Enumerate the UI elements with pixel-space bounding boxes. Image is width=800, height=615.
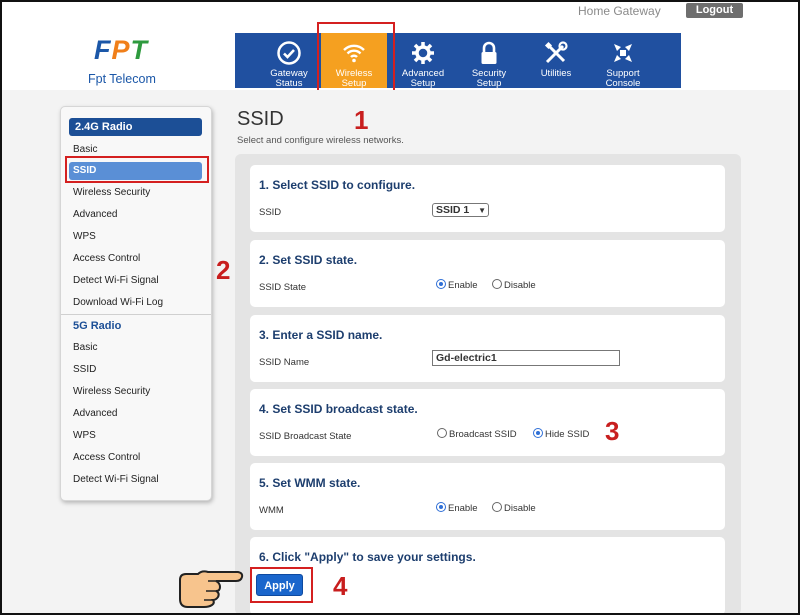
sidebar-item-advanced[interactable]: Advanced	[73, 208, 117, 222]
hide-ssid-option[interactable]: Hide SSID	[533, 428, 589, 441]
step-marker-4: 4	[333, 571, 348, 601]
section-wmm-state: 5. Set WMM state. WMM Enable Disable	[250, 463, 725, 530]
step-marker-2: 2	[216, 255, 231, 285]
broadcast-ssid-option[interactable]: Broadcast SSID	[437, 428, 517, 441]
wmm-enable[interactable]: Enable	[436, 502, 478, 515]
step-marker-3: 3	[605, 416, 620, 446]
logo-text: Fpt Telecom	[88, 72, 156, 86]
tools-icon	[544, 41, 568, 64]
radio-unselected-icon[interactable]	[492, 502, 502, 512]
radio-selected-icon[interactable]	[436, 502, 446, 512]
highlight-box-ssid	[65, 156, 209, 183]
sidebar-item-basic[interactable]: Basic	[73, 143, 97, 157]
section-title: 4. Set SSID broadcast state.	[259, 402, 418, 416]
section-title: 3. Enter a SSID name.	[259, 328, 383, 342]
radio-label: Disable	[504, 280, 536, 291]
radio-selected-icon[interactable]	[436, 279, 446, 289]
gear-icon	[412, 42, 434, 64]
section-apply: 6. Click "Apply" to save your settings.	[250, 537, 725, 615]
check-circle-icon	[277, 41, 301, 65]
ssid-select[interactable]: SSID 1 ▼	[432, 203, 489, 217]
sidebar-group-2-4g[interactable]: 2.4G Radio	[69, 118, 202, 136]
nav-label-line2: Status	[275, 78, 303, 89]
nav-advanced-setup[interactable]: Advanced Setup	[393, 33, 453, 89]
sidebar-item-download-wifi-log[interactable]: Download Wi-Fi Log	[73, 296, 163, 310]
radio-label: Enable	[448, 503, 478, 514]
nav-label-line2: Console	[605, 78, 641, 89]
main-nav: Gateway Status Wireless Setup Advanced Setu…	[235, 33, 681, 89]
section-title: 6. Click "Apply" to save your settings.	[259, 550, 476, 564]
field-label: SSID	[259, 207, 282, 218]
nav-label-line1: Utilities	[540, 68, 572, 79]
logout-button[interactable]: Logout	[686, 3, 743, 18]
nav-support-console[interactable]: Support Console	[592, 33, 654, 89]
section-select-ssid: 1. Select SSID to configure. SSID SSID 1…	[250, 165, 725, 232]
settings-panel: 1. Select SSID to configure. SSID SSID 1…	[235, 154, 741, 615]
header: Home Gateway Logout FPT Fpt Telecom Gate…	[0, 0, 800, 98]
product-name: Home Gateway	[578, 4, 661, 18]
radio-unselected-icon[interactable]	[437, 428, 447, 438]
pointing-hand-icon	[179, 570, 244, 608]
field-label: SSID Name	[259, 357, 310, 368]
radio-label: Disable	[504, 503, 536, 514]
sidebar-group-5g[interactable]: 5G Radio	[69, 317, 202, 335]
radio-label: Enable	[448, 280, 478, 291]
ssid-name-input[interactable]: Gd-electric1	[432, 350, 620, 366]
nav-label-line2: Setup	[410, 78, 436, 89]
field-label: WMM	[259, 505, 284, 516]
ssid-state-disable[interactable]: Disable	[492, 279, 536, 292]
field-label: SSID State	[259, 282, 306, 293]
sidebar-item-wps[interactable]: WPS	[73, 230, 96, 244]
section-broadcast-state: 4. Set SSID broadcast state. SSID Broadc…	[250, 389, 725, 456]
nav-utilities[interactable]: Utilities	[527, 33, 585, 88]
highlight-box-wireless-setup	[317, 22, 395, 98]
sidebar-item-access-control-5g[interactable]: Access Control	[73, 451, 140, 465]
radio-selected-icon[interactable]	[533, 428, 543, 438]
page-title: SSID	[237, 108, 284, 130]
nav-security-setup[interactable]: Security Setup	[459, 33, 519, 89]
page-subtitle: Select and configure wireless networks.	[237, 135, 404, 146]
sidebar-item-wireless-security[interactable]: Wireless Security	[73, 186, 150, 200]
sidebar-item-wps-5g[interactable]: WPS	[73, 429, 96, 443]
sidebar-item-basic-5g[interactable]: Basic	[73, 341, 97, 355]
support-icon	[614, 44, 632, 62]
ssid-select-value: SSID 1	[436, 204, 470, 216]
section-ssid-name: 3. Enter a SSID name. SSID Name Gd-elect…	[250, 315, 725, 382]
radio-unselected-icon[interactable]	[492, 279, 502, 289]
field-label: SSID Broadcast State	[259, 431, 352, 442]
nav-gateway-status[interactable]: Gateway Status	[259, 33, 319, 89]
ssid-state-enable[interactable]: Enable	[436, 279, 478, 292]
sidebar-item-advanced-5g[interactable]: Advanced	[73, 407, 117, 421]
section-ssid-state: 2. Set SSID state. SSID State Enable Dis…	[250, 240, 725, 307]
sidebar-item-wireless-security-5g[interactable]: Wireless Security	[73, 385, 150, 399]
section-title: 5. Set WMM state.	[259, 476, 361, 490]
sidebar-item-access-control[interactable]: Access Control	[73, 252, 140, 266]
section-title: 2. Set SSID state.	[259, 253, 358, 267]
sidebar-divider	[61, 314, 211, 315]
lock-icon	[481, 41, 497, 64]
highlight-box-apply	[250, 567, 313, 603]
wmm-disable[interactable]: Disable	[492, 502, 536, 515]
fpt-logo: FPT Fpt Telecom	[88, 35, 168, 87]
sidebar-item-detect-wifi-signal[interactable]: Detect Wi-Fi Signal	[73, 274, 159, 288]
sidebar-item-detect-wifi-signal-5g[interactable]: Detect Wi-Fi Signal	[73, 473, 159, 487]
step-marker-1: 1	[354, 105, 369, 135]
radio-label: Broadcast SSID	[449, 429, 517, 440]
chevron-down-icon: ▼	[478, 206, 486, 215]
nav-label-line2: Setup	[476, 78, 502, 89]
radio-label: Hide SSID	[545, 429, 590, 440]
sidebar-item-ssid-5g[interactable]: SSID	[73, 363, 96, 377]
section-title: 1. Select SSID to configure.	[259, 178, 416, 192]
logo-mark: FPT	[94, 35, 149, 65]
